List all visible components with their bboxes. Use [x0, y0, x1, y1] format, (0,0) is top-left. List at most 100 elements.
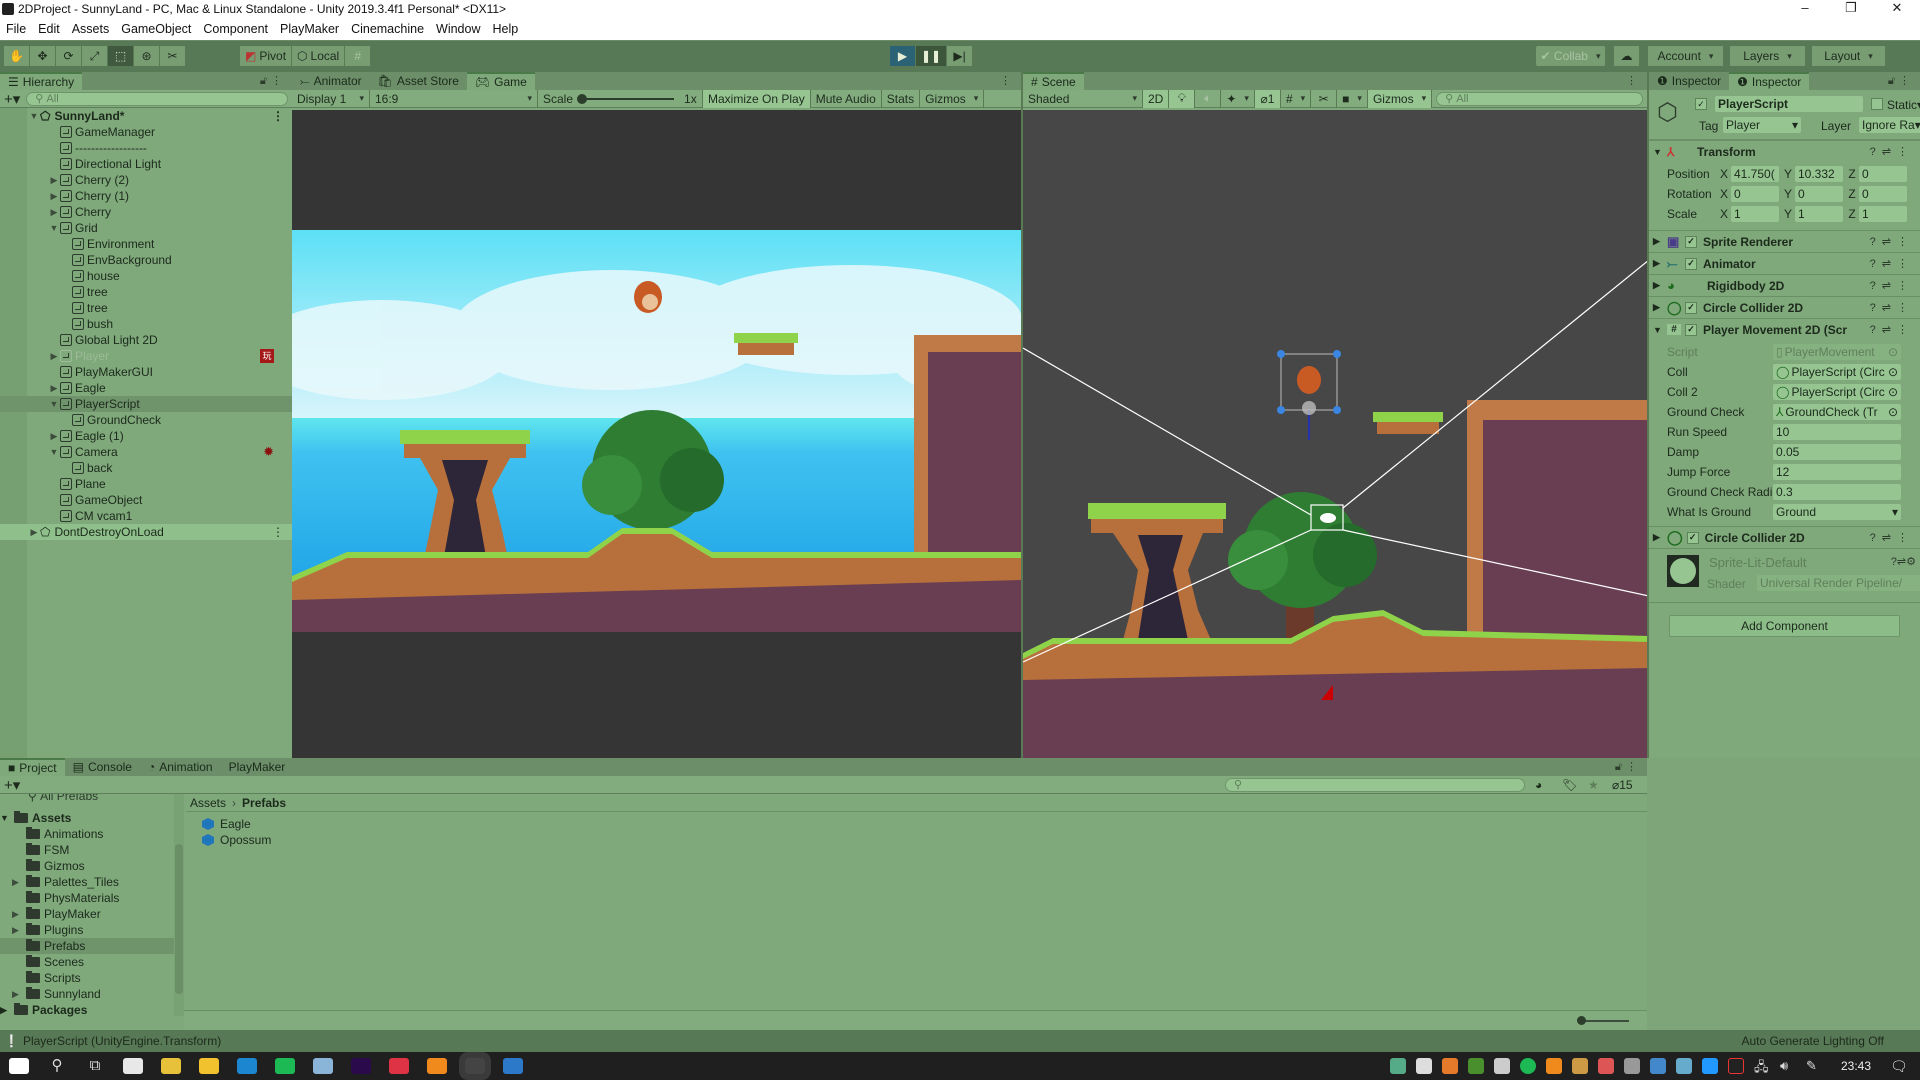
tab-animation[interactable]: ◔ Animation [140, 758, 221, 776]
taskbar-notepad-icon[interactable] [313, 1058, 333, 1074]
panel-lock-menu-icon[interactable]: 🔓︎⋮ [1615, 760, 1641, 774]
scale-slider-track[interactable] [577, 93, 675, 104]
component-enabled-checkbox[interactable]: ✓ [1685, 301, 1697, 314]
transform-x-field[interactable]: 1 [1731, 206, 1779, 222]
tray-pen-icon[interactable]: ✎ [1806, 1058, 1822, 1074]
menu-edit[interactable]: Edit [32, 22, 66, 36]
lighting-toggle[interactable]: 💡︎ [1169, 89, 1196, 108]
hierarchy-item[interactable]: ▶ Eagle [0, 380, 292, 396]
object-name-field[interactable]: PlayerScript [1715, 96, 1863, 112]
project-folder-item[interactable]: PhysMaterials [0, 890, 176, 906]
menu-gameobject[interactable]: GameObject [115, 22, 197, 36]
selected-player-gizmo[interactable] [1277, 350, 1341, 440]
field-enum[interactable]: Ground ▾ [1773, 504, 1901, 520]
add-component-button[interactable]: Add Component [1669, 615, 1900, 637]
hidden-packages-toggle[interactable]: ⌀15 [1612, 778, 1633, 792]
custom-tool-button[interactable]: ✂ [160, 46, 186, 66]
collapse-arrow-icon[interactable]: ▼ [1653, 147, 1667, 157]
project-folder-item[interactable]: ▶ Plugins [0, 922, 176, 938]
field-num[interactable]: 12 [1773, 464, 1901, 480]
packages-root[interactable]: ▶ Packages [0, 1002, 176, 1018]
scene-gizmos-dropdown[interactable]: Gizmos [1367, 89, 1433, 108]
expand-arrow-icon[interactable]: ▶ [28, 527, 40, 538]
hierarchy-item[interactable]: back [0, 460, 292, 476]
tray-ccleaner-icon[interactable] [1597, 1058, 1614, 1074]
tray-spotify-icon[interactable] [1519, 1058, 1536, 1074]
expand-arrow-icon[interactable]: ▶ [0, 1005, 14, 1016]
component-controls-icon[interactable]: ?⇌⋮ [1870, 301, 1914, 314]
taskbar-premiere-icon[interactable] [351, 1058, 371, 1074]
play-button[interactable]: ▶ [890, 46, 916, 66]
taskbar-store-icon[interactable] [123, 1058, 143, 1074]
audio-toggle[interactable]: 🔈︎ [1195, 89, 1222, 108]
component-controls-icon[interactable]: ?⇌⋮ [1870, 323, 1914, 336]
hierarchy-item[interactable]: ▼ Grid [0, 220, 292, 236]
taskbar-start-icon[interactable] [9, 1058, 29, 1074]
expand-arrow-icon[interactable]: ▼ [28, 111, 40, 121]
shading-mode-dropdown[interactable]: Shaded [1023, 89, 1143, 108]
tab-inspector-2[interactable]: ❶ Inspector [1729, 72, 1810, 90]
scene-viewport[interactable] [1023, 110, 1649, 758]
rect-tool-button[interactable]: ⬚ [108, 46, 134, 66]
gameobject-cube-icon[interactable]: ⬡ [1657, 98, 1678, 127]
project-folder-item[interactable]: ▶ Palettes_Tiles [0, 874, 176, 890]
hierarchy-item[interactable]: Plane [0, 476, 292, 492]
scale-slider-handle[interactable] [577, 93, 588, 104]
game-viewport[interactable] [252, 110, 1092, 758]
material-preview[interactable] [1667, 555, 1699, 587]
hierarchy-item[interactable]: ▶ Eagle (1) [0, 428, 292, 444]
grid-snap-button[interactable]: # [345, 46, 372, 66]
local-toggle[interactable]: ⬡ Local [292, 46, 346, 66]
hierarchy-item[interactable]: ------------------ [0, 140, 292, 156]
axis-label[interactable]: Y [1781, 207, 1795, 221]
layer-dropdown[interactable]: Ignore Ra ▾ [1859, 117, 1920, 133]
component-controls-icon[interactable]: ?⇌⋮ [1870, 235, 1914, 248]
dont-destroy-row[interactable]: ▶ ⬠ DontDestroyOnLoad ⋮ [0, 524, 292, 540]
menu-help[interactable]: Help [487, 22, 525, 36]
pause-button[interactable]: ❚❚ [916, 46, 948, 66]
transform-tool-button[interactable]: ⊛ [134, 46, 160, 66]
component-controls-icon[interactable]: ?⇌⋮ [1870, 145, 1914, 158]
expand-arrow-icon[interactable]: ▶ [48, 383, 60, 394]
menu-assets[interactable]: Assets [66, 22, 116, 36]
component-enabled-checkbox[interactable]: ✓ [1685, 235, 1697, 248]
circle-collider-2-header[interactable]: ▶ ◯ ✓ Circle Collider 2D ?⇌⋮ [1649, 526, 1920, 548]
scale-slider[interactable]: Scale 1x [538, 89, 703, 108]
hierarchy-item[interactable]: bush [0, 316, 292, 332]
collapse-arrow-icon[interactable]: ▶ [1653, 236, 1667, 247]
scale-tool-button[interactable]: ⤢ [82, 46, 108, 66]
tray-vlc-icon[interactable] [1545, 1058, 1562, 1074]
static-checkbox[interactable] [1871, 98, 1883, 110]
hierarchy-item[interactable]: tree [0, 300, 292, 316]
breadcrumb-prefabs[interactable]: Prefabs [242, 796, 286, 810]
transform-header[interactable]: ▼ ⅄ Transform ?⇌⋮ [1649, 140, 1920, 162]
taskbar-task-view-icon[interactable]: ⧉ [85, 1058, 105, 1074]
field-ref[interactable]: ◯ PlayerScript (Circ ⊙ [1773, 384, 1901, 400]
panel-lock-menu-icon[interactable]: 🔓︎⋮ [260, 74, 286, 88]
hierarchy-item[interactable]: Global Light 2D [0, 332, 292, 348]
folder-tree-scrollbar[interactable] [174, 794, 184, 1016]
move-tool-button[interactable]: ✥ [30, 46, 56, 66]
notifications-icon[interactable]: 🗨︎ [1890, 1058, 1908, 1074]
collapse-arrow-icon[interactable]: ▶ [1653, 280, 1667, 291]
tray-update-icon[interactable] [1389, 1058, 1406, 1074]
taskbar-search-icon[interactable]: ⚲ [47, 1058, 67, 1074]
hierarchy-item[interactable]: Directional Light [0, 156, 292, 172]
scene-visibility-toggle[interactable]: ⌀ 1 [1254, 89, 1281, 108]
taskbar-chrome-icon[interactable] [161, 1058, 181, 1074]
transform-x-field[interactable]: 0 [1731, 186, 1779, 202]
2d-mode-toggle[interactable]: 2D [1143, 89, 1170, 108]
component-header[interactable]: ▶ ◕ Rigidbody 2D ?⇌⋮ [1649, 274, 1920, 296]
tray-app2-icon[interactable] [1571, 1058, 1588, 1074]
tab-console[interactable]: ▤ Console [65, 758, 140, 776]
tag-dropdown[interactable]: Player ▾ [1723, 117, 1801, 133]
tray-security-icon[interactable] [1415, 1058, 1432, 1074]
hierarchy-item[interactable]: ▶ Cherry [0, 204, 292, 220]
axis-label[interactable]: Z [1845, 187, 1859, 201]
step-button[interactable]: ▶| [947, 46, 974, 66]
maximize-on-play-toggle[interactable]: Maximize On Play [703, 89, 811, 108]
hierarchy-item[interactable]: CM vcam1 [0, 508, 292, 524]
field-num[interactable]: 0.05 [1773, 444, 1901, 460]
effects-dropdown[interactable]: ✦ [1221, 89, 1255, 108]
object-picker-icon[interactable]: ⊙ [1888, 345, 1898, 359]
